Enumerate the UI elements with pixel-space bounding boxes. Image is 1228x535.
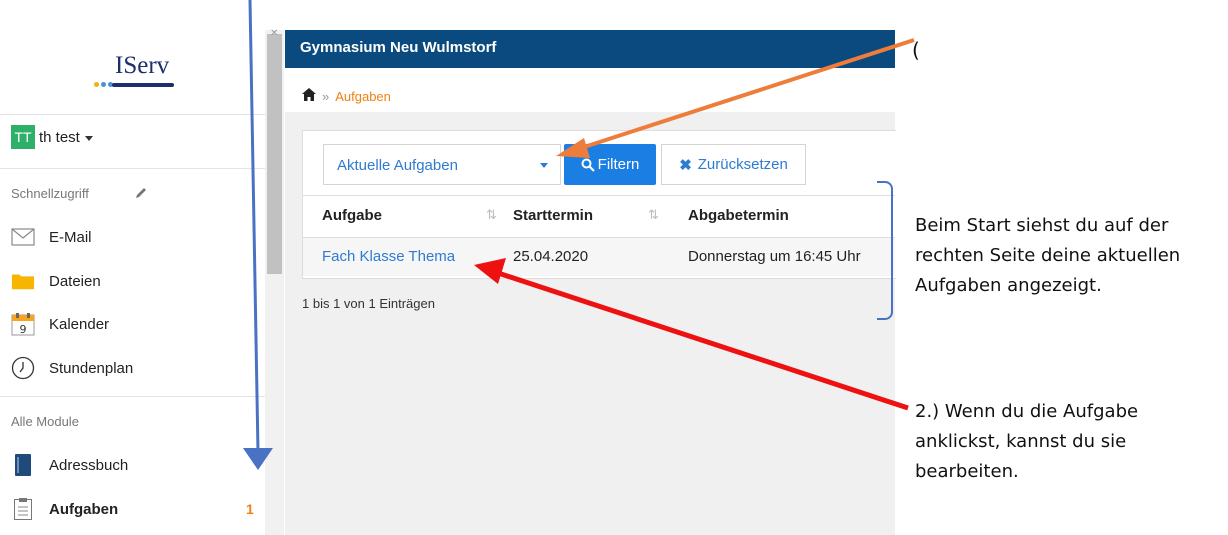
annotation-arrows	[243, 0, 915, 470]
blue-arrow-line	[248, 0, 260, 453]
blue-arrow-head	[243, 448, 273, 470]
orange-arrow-head	[556, 138, 590, 158]
orange-arrow-line	[574, 38, 915, 152]
red-arrow-line	[491, 268, 909, 411]
red-arrow-head	[474, 258, 506, 284]
